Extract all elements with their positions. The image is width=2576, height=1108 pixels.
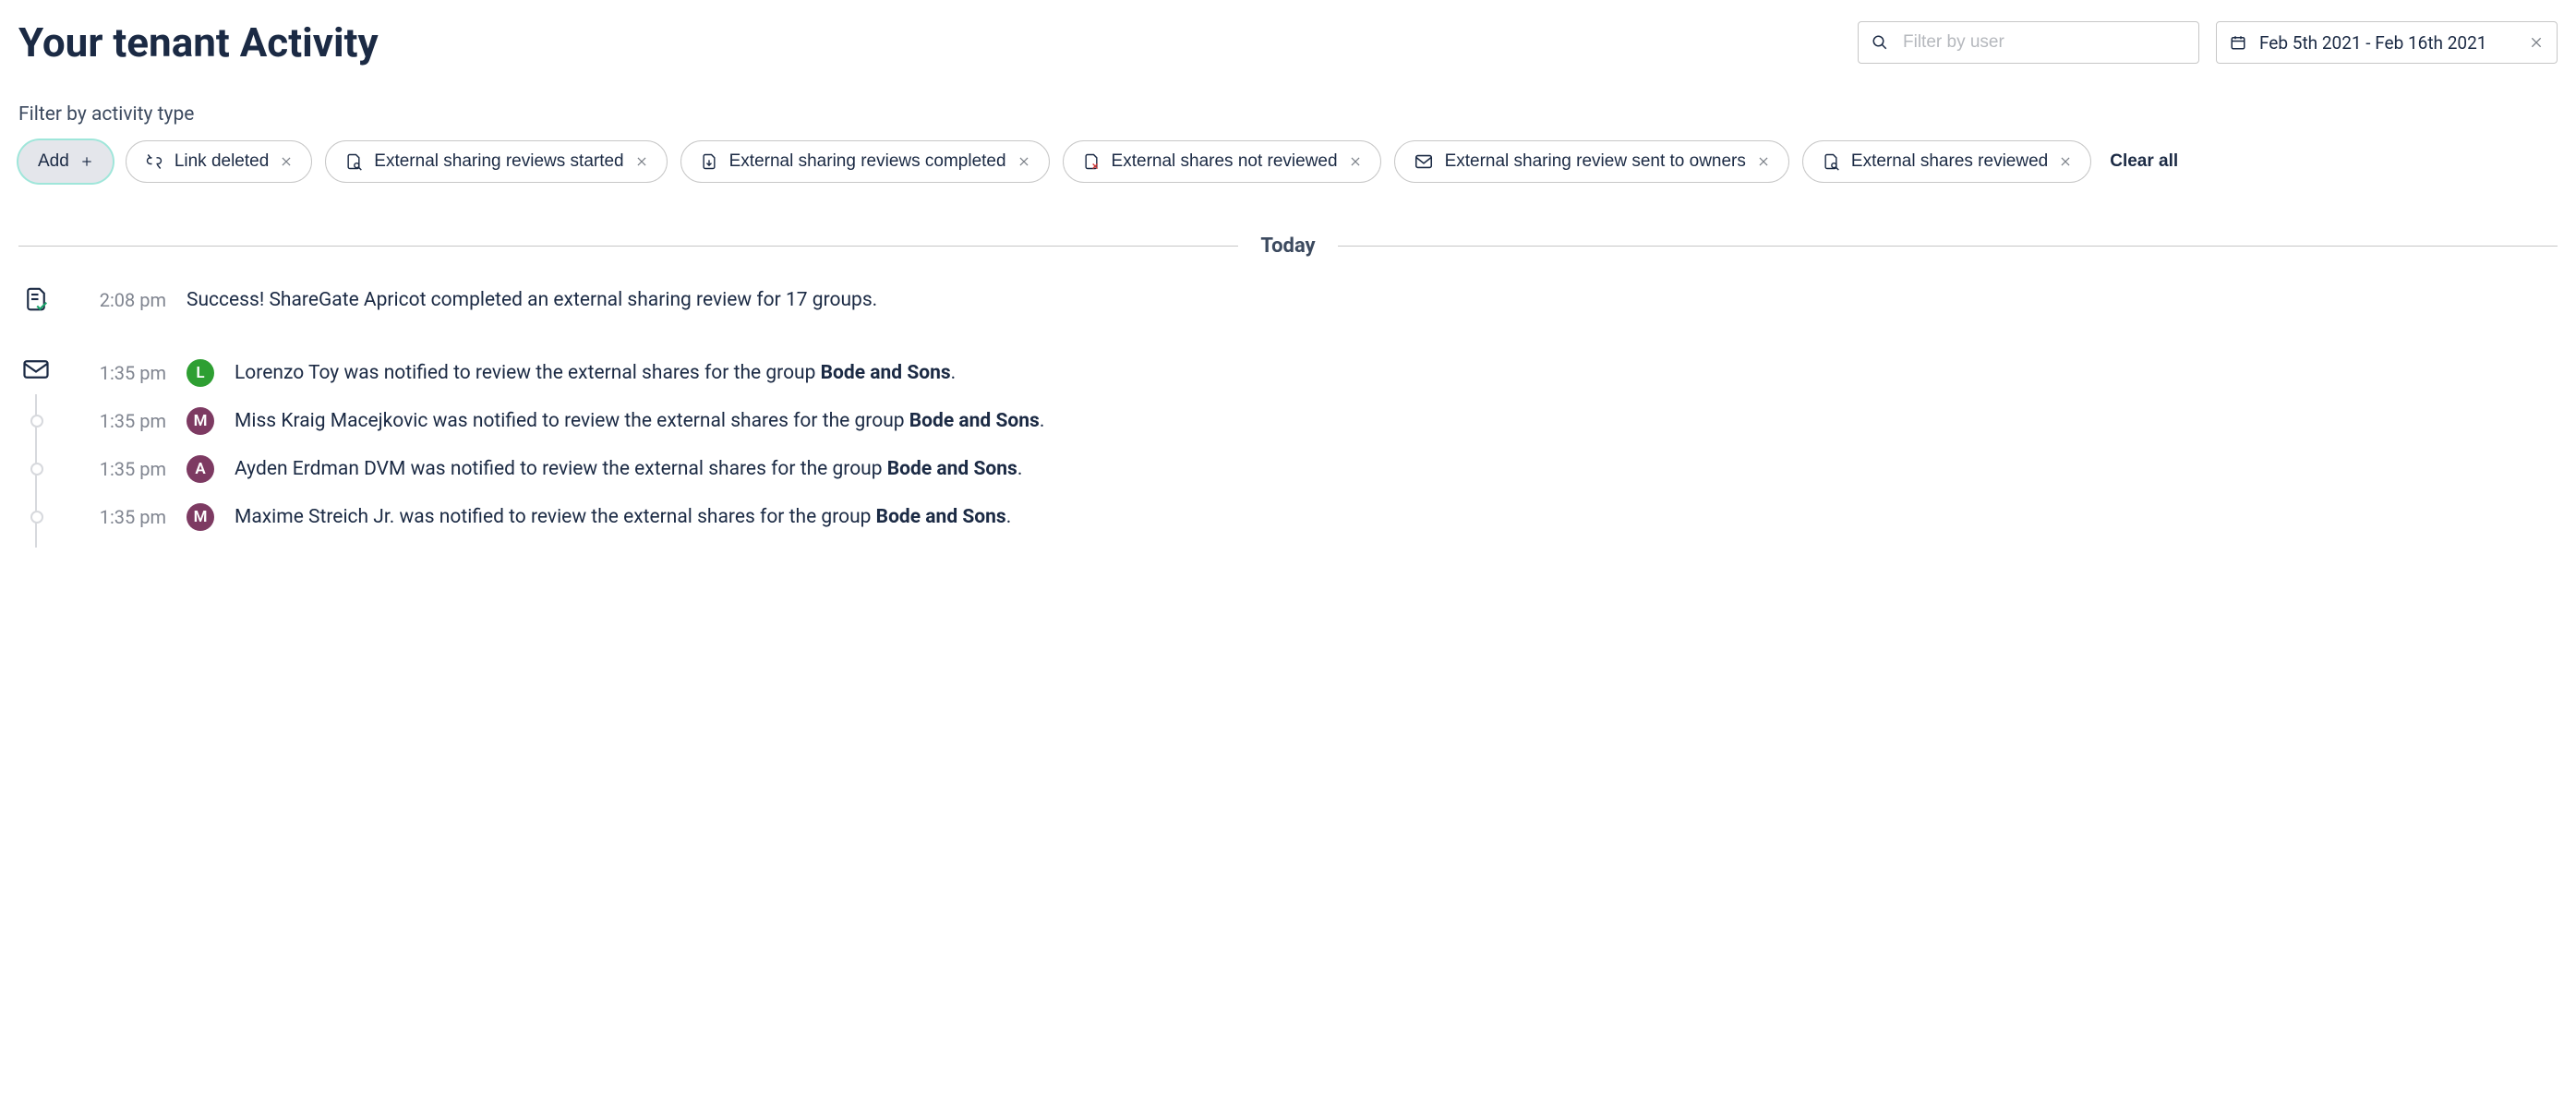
filter-chip-label: External shares reviewed — [1851, 151, 2048, 172]
activity-time: 1:35 pm — [74, 458, 166, 480]
divider-line — [1338, 246, 2558, 247]
avatar: A — [187, 455, 214, 483]
activity-text: Maxime Streich Jr. was notified to revie… — [235, 506, 1011, 528]
activity-text: Miss Kraig Macejkovic was notified to re… — [235, 410, 1044, 432]
add-filter-chip[interactable]: Add — [18, 140, 113, 183]
clear-date-icon[interactable] — [2529, 35, 2544, 50]
date-range-picker[interactable]: Feb 5th 2021 - Feb 16th 2021 — [2216, 21, 2558, 64]
filter-chip[interactable]: Link deleted — [126, 140, 312, 183]
remove-chip-icon[interactable] — [635, 155, 648, 168]
avatar: L — [187, 359, 214, 387]
doc-search-icon — [1822, 152, 1840, 171]
day-divider: Today — [18, 235, 2558, 258]
filter-chip[interactable]: External shares reviewed — [1802, 140, 2091, 183]
activity-text: Success! ShareGate Apricot completed an … — [187, 289, 877, 311]
activity-row: 1:35 pm M Miss Kraig Macejkovic was notifi… — [74, 400, 2558, 442]
calendar-icon — [2230, 34, 2246, 51]
activity-time: 1:35 pm — [74, 362, 166, 384]
filter-section-label: Filter by activity type — [18, 103, 2558, 126]
avatar: M — [187, 503, 214, 531]
date-range-label: Feb 5th 2021 - Feb 16th 2021 — [2259, 32, 2516, 54]
activity-row: 1:35 pm L Lorenzo Toy was notified to revi… — [74, 352, 2558, 394]
activity-group: 2:08 pm Success! ShareGate Apricot comple… — [18, 282, 2558, 319]
activity-row: 1:35 pm A Ayden Erdman DVM was notified to… — [74, 448, 2558, 490]
filter-chip[interactable]: External shares not reviewed — [1063, 140, 1381, 183]
filter-chip[interactable]: External sharing reviews started — [325, 140, 667, 183]
doc-arrow-icon — [700, 152, 718, 171]
search-icon — [1872, 34, 1888, 51]
remove-chip-icon[interactable] — [2059, 155, 2072, 168]
activity-feed: 2:08 pm Success! ShareGate Apricot comple… — [18, 282, 2558, 538]
filter-chip-label: External sharing review sent to owners — [1445, 151, 1746, 172]
remove-chip-icon[interactable] — [1757, 155, 1770, 168]
top-bar: Your tenant Activity Feb 5th 2021 - Feb … — [18, 18, 2558, 66]
page-title: Your tenant Activity — [18, 18, 1841, 66]
filter-chip[interactable]: External sharing review sent to owners — [1394, 140, 1789, 183]
doc-check-icon — [18, 282, 54, 317]
remove-chip-icon[interactable] — [280, 155, 293, 168]
activity-time: 1:35 pm — [74, 506, 166, 528]
activity-row: 2:08 pm Success! ShareGate Apricot comple… — [74, 282, 2558, 319]
activity-time: 1:35 pm — [74, 410, 166, 432]
activity-text: Lorenzo Toy was notified to review the e… — [235, 362, 956, 384]
filter-chip-label: External shares not reviewed — [1112, 151, 1338, 172]
remove-chip-icon[interactable] — [1349, 155, 1362, 168]
filter-by-user-field[interactable] — [1901, 31, 2185, 54]
activity-row: 1:35 pm M Maxime Streich Jr. was notified … — [74, 496, 2558, 538]
plus-icon — [80, 155, 93, 168]
filter-by-user-input[interactable] — [1858, 21, 2199, 64]
add-filter-label: Add — [38, 151, 69, 172]
filter-chip[interactable]: External sharing reviews completed — [680, 140, 1050, 183]
doc-search-icon — [344, 152, 363, 171]
avatar: M — [187, 407, 214, 435]
doc-x-icon — [1082, 152, 1101, 171]
divider-line — [18, 246, 1238, 247]
filter-chip-label: Link deleted — [175, 151, 269, 172]
envelope-icon — [1414, 151, 1434, 172]
clear-all-button[interactable]: Clear all — [2104, 151, 2184, 172]
activity-time: 2:08 pm — [74, 289, 166, 311]
link-broken-icon — [145, 152, 163, 171]
filter-chips-row: Add Link deleted External sharing reviews… — [18, 140, 2558, 183]
day-label: Today — [1260, 235, 1315, 258]
envelope-icon — [18, 352, 54, 387]
filter-chip-label: External sharing reviews completed — [729, 151, 1006, 172]
activity-group: 1:35 pm L Lorenzo Toy was notified to revi… — [18, 352, 2558, 538]
filter-chip-label: External sharing reviews started — [374, 151, 623, 172]
remove-chip-icon[interactable] — [1017, 155, 1030, 168]
activity-text: Ayden Erdman DVM was notified to review … — [235, 458, 1022, 480]
